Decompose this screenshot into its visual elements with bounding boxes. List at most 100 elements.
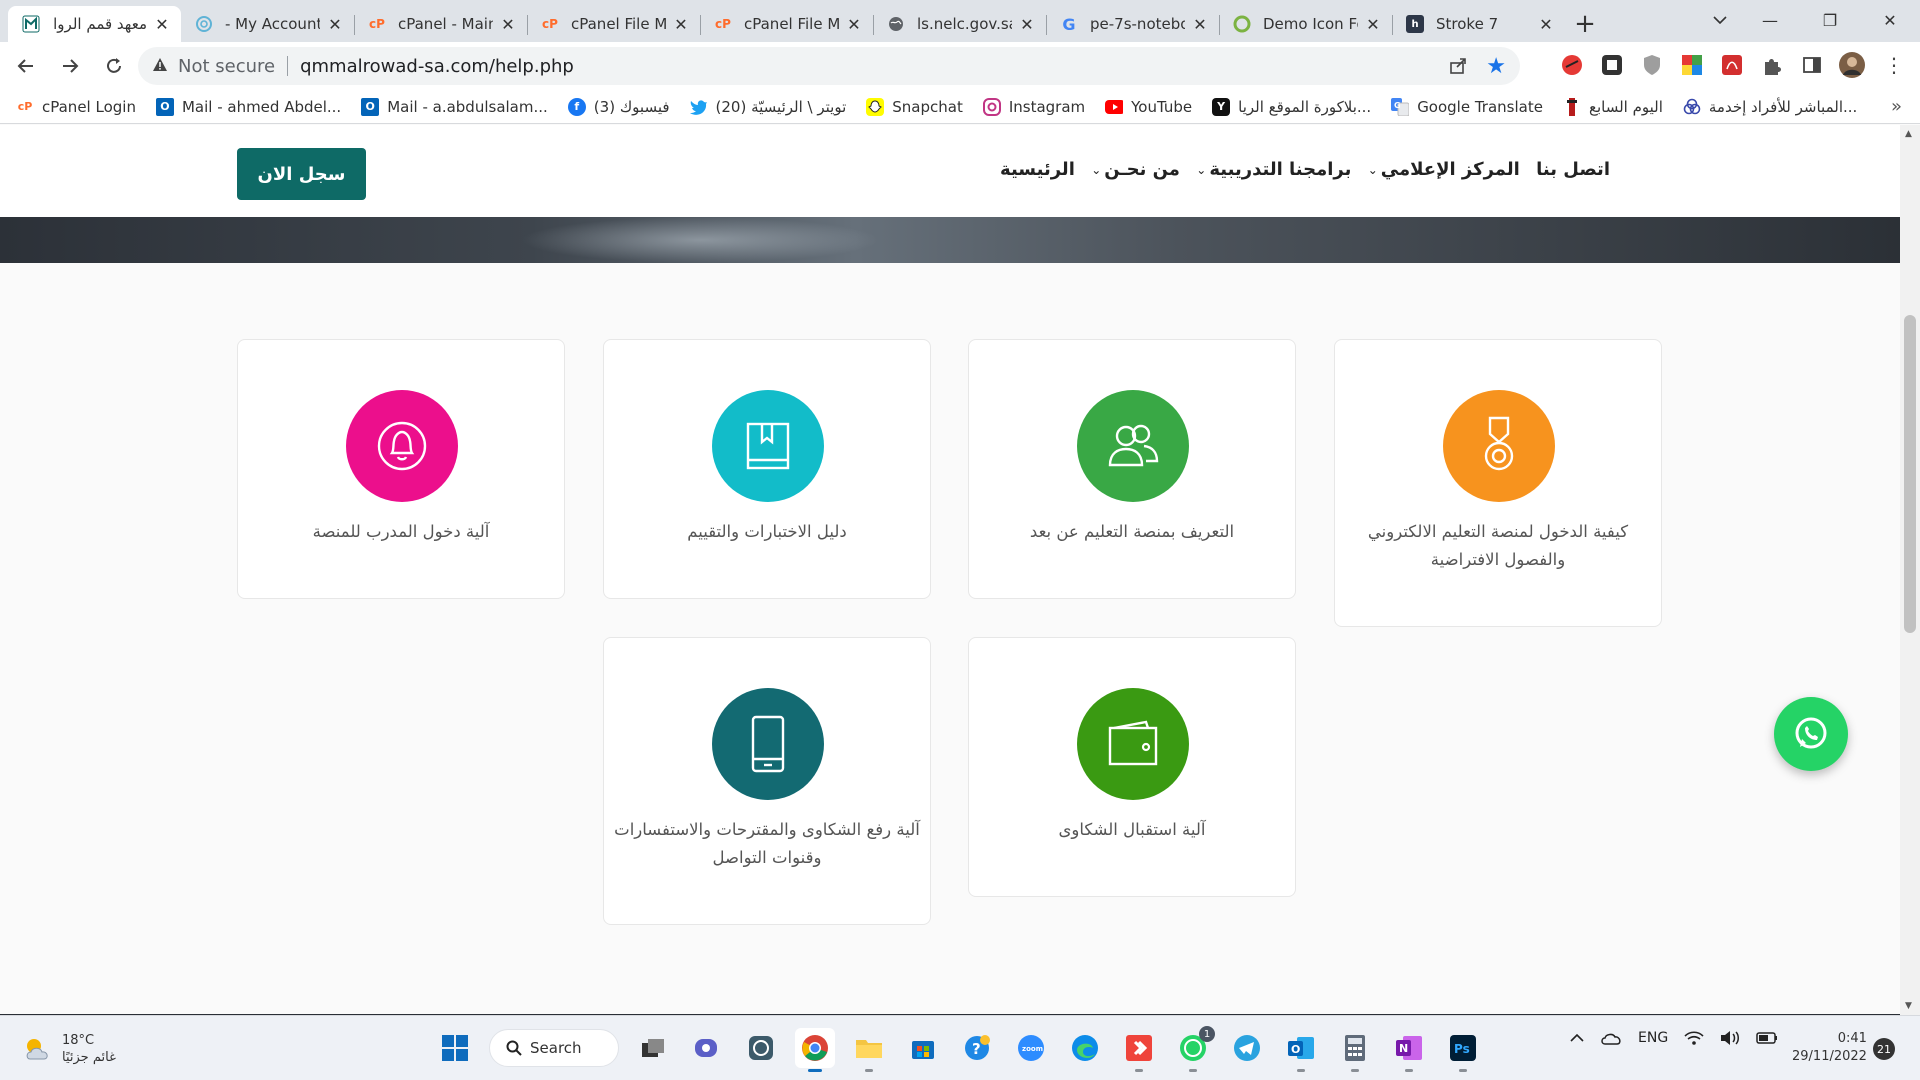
app-icon[interactable]: [741, 1028, 781, 1068]
tab-cpanel-file-manager-2[interactable]: cP cPanel File Ma ✕: [700, 6, 873, 42]
bookmark-star-icon[interactable]: ★: [1486, 54, 1506, 79]
help-card-complaints-submission[interactable]: آلية رفع الشكاوى والمقترحات والاستفسارات…: [603, 637, 931, 925]
bookmark-snapchat[interactable]: Snapchat: [866, 97, 963, 116]
tab-cpanel-file-manager-1[interactable]: cP cPanel File Ma ✕: [527, 6, 700, 42]
nav-contact[interactable]: اتصل بنا: [1536, 159, 1610, 180]
bookmark-youtube[interactable]: YouTube: [1105, 98, 1192, 116]
clock-time: 0:41: [1837, 1031, 1867, 1046]
chrome-icon[interactable]: [795, 1028, 835, 1072]
menu-kebab-icon[interactable]: ⋮: [1880, 51, 1908, 79]
tab-stroke7[interactable]: h Stroke 7 ✕: [1392, 6, 1565, 42]
security-label[interactable]: Not secure: [178, 56, 275, 77]
puzzle-icon[interactable]: [1758, 51, 1786, 79]
tab-close-icon[interactable]: ✕: [845, 15, 863, 34]
bookmark-bank[interactable]: المباشر للأفراد إخدمة...: [1683, 98, 1857, 116]
tab-close-icon[interactable]: ✕: [1191, 15, 1209, 34]
weather-widget[interactable]: 18°C غائم جزئيًا: [22, 1032, 116, 1066]
outlook-icon[interactable]: O: [1281, 1028, 1321, 1072]
bookmarks-overflow-icon[interactable]: »: [1891, 96, 1902, 117]
sidepanel-icon[interactable]: [1798, 51, 1826, 79]
explorer-icon[interactable]: [849, 1028, 889, 1072]
help-card-complaints-receiving[interactable]: آلية استقبال الشكاوى: [968, 637, 1296, 897]
help-card-platform-intro[interactable]: التعريف بمنصة التعليم عن بعد: [968, 339, 1296, 599]
bookmark-google-translate[interactable]: G Google Translate: [1391, 97, 1543, 116]
bookmark-twitter[interactable]: (20) تويتر \ الرئيسيّة: [689, 98, 846, 116]
warning-icon[interactable]: [152, 56, 170, 77]
tab-close-icon[interactable]: ✕: [499, 15, 517, 34]
teams-icon[interactable]: [687, 1028, 727, 1068]
telegram-icon[interactable]: [1227, 1028, 1267, 1068]
whatsapp-desktop-icon[interactable]: 1: [1173, 1026, 1215, 1072]
tab-institute[interactable]: معهد قمم الروا ✕: [8, 6, 181, 42]
clock[interactable]: 0:41 29/11/2022: [1792, 1030, 1867, 1066]
share-icon[interactable]: [1448, 56, 1468, 81]
shield-icon[interactable]: [1638, 51, 1666, 79]
help-icon[interactable]: ?: [957, 1028, 997, 1068]
zoom-icon[interactable]: zoom: [1011, 1028, 1051, 1068]
url-text[interactable]: qmmalrowad-sa.com/help.php: [300, 56, 574, 77]
tab-my-account[interactable]: - My Account ✕: [181, 6, 354, 42]
card-title: آلية استقبال الشكاوى: [1058, 820, 1206, 839]
notification-count-badge[interactable]: 21: [1873, 1038, 1895, 1060]
nav-home[interactable]: الرئيسية: [1000, 159, 1075, 180]
tab-close-icon[interactable]: ✕: [1537, 15, 1555, 34]
wifi-icon[interactable]: [1684, 1030, 1704, 1046]
bookmark-facebook[interactable]: f (3) فيسبوك: [567, 97, 670, 116]
tab-google-search[interactable]: G pe-7s-notebo ✕: [1046, 6, 1219, 42]
tab-close-icon[interactable]: ✕: [1018, 15, 1036, 34]
edge-icon[interactable]: [1065, 1028, 1105, 1068]
taskbar-search[interactable]: Search: [489, 1029, 619, 1067]
register-now-button[interactable]: سجل الان: [237, 148, 366, 200]
tab-search-chevron-icon[interactable]: [1700, 4, 1740, 36]
new-tab-button[interactable]: +: [1565, 6, 1605, 42]
tab-close-icon[interactable]: ✕: [672, 15, 690, 34]
language-indicator[interactable]: ENG: [1638, 1030, 1668, 1046]
tab-close-icon[interactable]: ✕: [1364, 15, 1382, 34]
scrollbar-thumb[interactable]: [1904, 315, 1916, 633]
reload-icon[interactable]: [96, 48, 132, 84]
help-card-elearning-login[interactable]: كيفية الدخول لمنصة التعليم الالكتروني وا…: [1334, 339, 1662, 627]
extension-colorful-icon[interactable]: [1678, 51, 1706, 79]
nav-programs[interactable]: برامجنا التدريبية ⌄: [1196, 159, 1351, 180]
bookmark-mail-ahmed[interactable]: O Mail - ahmed Abdel...: [155, 97, 341, 116]
nav-media-center[interactable]: المركز الإعلامي ⌄: [1368, 159, 1520, 180]
volume-icon[interactable]: [1720, 1030, 1740, 1046]
close-icon[interactable]: ✕: [1860, 0, 1920, 40]
bookmark-instagram[interactable]: Instagram: [982, 97, 1085, 116]
tab-close-icon[interactable]: ✕: [326, 15, 344, 34]
chevron-up-icon[interactable]: [1570, 1034, 1584, 1042]
tab-nelc[interactable]: ls.nelc.gov.sa ✕: [873, 6, 1046, 42]
restore-icon[interactable]: ❐: [1800, 0, 1860, 40]
whatsapp-chat-button[interactable]: [1774, 697, 1848, 771]
scroll-up-icon[interactable]: ▲: [1905, 129, 1912, 139]
page-scrollbar[interactable]: ▲ ▼: [1900, 125, 1920, 1015]
store-icon[interactable]: [903, 1028, 943, 1068]
avatar[interactable]: [1838, 51, 1866, 79]
onedrive-icon[interactable]: [1600, 1031, 1622, 1045]
anydesk-icon[interactable]: [1119, 1028, 1159, 1072]
back-icon[interactable]: [8, 48, 44, 84]
bookmark-youm7[interactable]: اليوم السابع: [1563, 97, 1663, 116]
forward-icon[interactable]: [52, 48, 88, 84]
pdf-icon[interactable]: [1718, 51, 1746, 79]
extension-dark-icon[interactable]: [1598, 51, 1626, 79]
photoshop-icon[interactable]: Ps: [1443, 1028, 1483, 1072]
help-card-trainer-login[interactable]: آلية دخول المدرب للمنصة: [237, 339, 565, 599]
battery-icon[interactable]: [1756, 1032, 1778, 1044]
onenote-icon[interactable]: N: [1389, 1028, 1429, 1072]
start-icon[interactable]: [435, 1028, 475, 1068]
tab-demo-icon[interactable]: Demo Icon Fo ✕: [1219, 6, 1392, 42]
tab-cpanel-main[interactable]: cP cPanel - Main ✕: [354, 6, 527, 42]
minimize-icon[interactable]: —: [1740, 0, 1800, 40]
extension-red-icon[interactable]: [1558, 51, 1586, 79]
taskview-icon[interactable]: [633, 1028, 673, 1068]
help-card-exams-guide[interactable]: دليل الاختبارات والتقييم: [603, 339, 931, 599]
bookmark-mail-abdulsalam[interactable]: O Mail - a.abdulsalam...: [361, 97, 548, 116]
bookmark-cpanel-login[interactable]: cP cPanel Login: [16, 98, 136, 116]
address-bar[interactable]: Not secure qmmalrowad-sa.com/help.php ★: [138, 47, 1520, 85]
nav-about[interactable]: من نحـن ⌄: [1091, 159, 1180, 180]
scroll-down-icon[interactable]: ▼: [1905, 1001, 1912, 1011]
bookmark-y-site[interactable]: Y بلاكورة الموقع الريا...: [1212, 97, 1371, 116]
tab-close-icon[interactable]: ✕: [153, 15, 171, 34]
calculator-icon[interactable]: [1335, 1028, 1375, 1072]
